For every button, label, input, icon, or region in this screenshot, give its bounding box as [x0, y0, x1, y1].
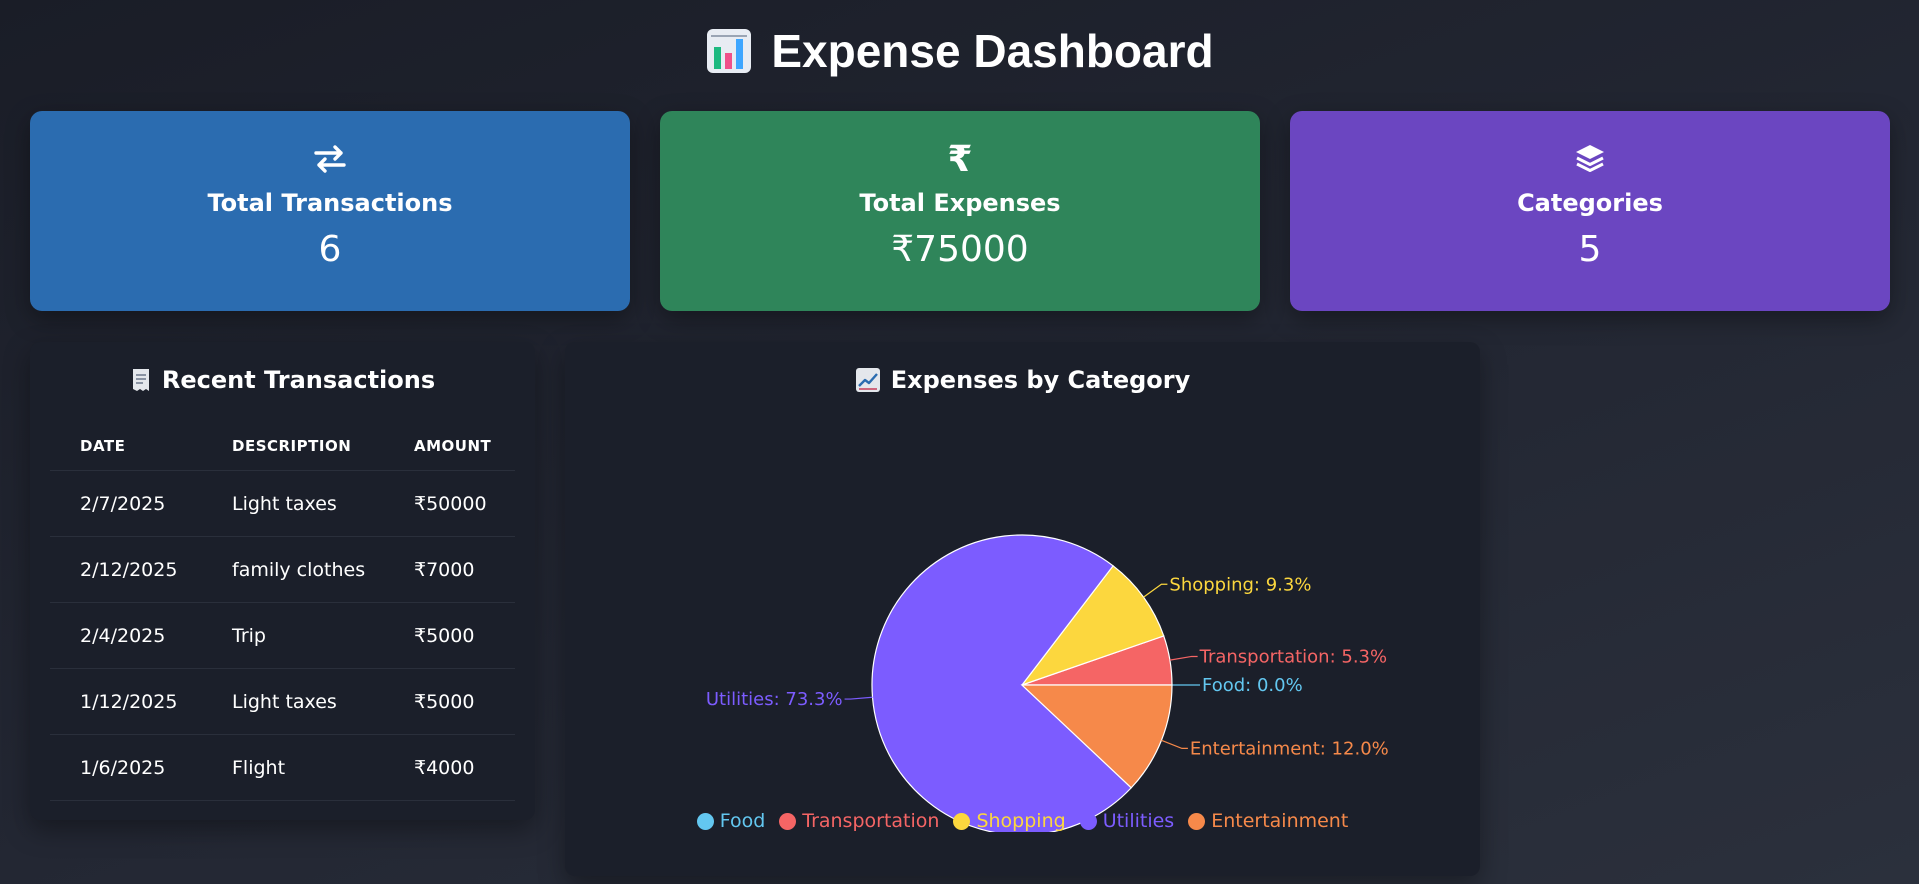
cell-description: family clothes [202, 536, 384, 603]
table-row: 1/6/2025 Flight ₹4000 [50, 734, 515, 801]
leader-line-shopping [1143, 583, 1168, 598]
categories-card: Categories 5 [1290, 111, 1890, 311]
legend-label: Entertainment [1211, 810, 1349, 832]
trending-up-icon [855, 368, 880, 392]
layers-icon [1573, 139, 1607, 179]
cell-amount: ₹50000 [384, 470, 515, 537]
data-label-food: Food: 0.0% [1202, 675, 1303, 696]
total-expenses-card: ₹ Total Expenses ₹75000 [660, 111, 1260, 311]
panel-title-text: Expenses by Category [890, 366, 1191, 394]
leader-line-utilities [844, 696, 873, 700]
cell-amount: ₹5000 [384, 668, 515, 735]
cell-description: Trip [202, 602, 384, 669]
data-label-transportation: Transportation: 5.3% [1199, 646, 1388, 667]
legend-swatch [779, 812, 797, 830]
legend-label: Shopping [976, 810, 1066, 832]
page-title-text: Expense Dashboard [771, 25, 1214, 77]
column-header-amount: AMOUNT [384, 422, 515, 471]
legend-item-utilities[interactable]: Utilities [1079, 810, 1175, 832]
transactions-table: DATE DESCRIPTION AMOUNT 2/7/2025 Light t… [50, 422, 515, 801]
cell-description: Light taxes [202, 668, 384, 735]
card-label: Total Transactions [207, 189, 453, 217]
expenses-by-category-panel: Expenses by Category Food: 0.0% Transport… [565, 342, 1480, 876]
summary-cards: Total Transactions 6 ₹ Total Expenses ₹7… [30, 111, 1890, 311]
table-row: 2/4/2025 Trip ₹5000 [50, 602, 515, 669]
leader-line-transportation [1169, 655, 1198, 661]
recent-transactions-panel: Recent Transactions DATE DESCRIPTION AMO… [30, 342, 535, 820]
cell-date: 1/6/2025 [50, 734, 202, 801]
table-row: 2/7/2025 Light taxes ₹50000 [50, 470, 515, 537]
data-label-utilities: Utilities: 73.3% [706, 689, 843, 710]
rupee-icon: ₹ [947, 138, 973, 180]
legend-swatch [1188, 812, 1206, 830]
panel-title: Expenses by Category [565, 366, 1480, 394]
column-header-description: DESCRIPTION [202, 422, 384, 471]
card-value: 6 [318, 229, 342, 270]
total-transactions-card: Total Transactions 6 [30, 111, 630, 311]
legend-swatch [696, 812, 714, 830]
legend-item-transportation[interactable]: Transportation [779, 810, 939, 832]
panel-title-text: Recent Transactions [161, 366, 436, 394]
column-header-date: DATE [50, 422, 202, 471]
chart-legend: Food Transportation Shopping Utilities Enter… [565, 810, 1480, 832]
cell-amount: ₹7000 [384, 536, 515, 603]
cell-date: 2/12/2025 [50, 536, 202, 603]
legend-swatch [1079, 812, 1097, 830]
pie-chart: Food: 0.0% Transportation: 5.3% Shopping: … [706, 534, 1389, 832]
bar-chart-icon [707, 29, 752, 73]
legend-label: Transportation [802, 810, 940, 832]
leader-line-entertainment [1161, 739, 1188, 749]
card-label: Categories [1517, 189, 1663, 217]
data-label-entertainment: Entertainment: 12.0% [1190, 738, 1389, 759]
panel-title: Recent Transactions [30, 366, 535, 394]
cell-date: 2/7/2025 [50, 470, 202, 537]
table-row: 2/12/2025 family clothes ₹7000 [50, 536, 515, 603]
legend-swatch [953, 812, 971, 830]
cell-description: Flight [202, 734, 384, 801]
cell-date: 2/4/2025 [50, 602, 202, 669]
card-value: 5 [1578, 229, 1602, 270]
legend-item-shopping[interactable]: Shopping [953, 810, 1066, 832]
cell-amount: ₹4000 [384, 734, 515, 801]
page-title: Expense Dashboard [0, 24, 1919, 78]
legend-label: Utilities [1102, 810, 1175, 832]
data-label-shopping: Shopping: 9.3% [1169, 574, 1311, 595]
table-header-row: DATE DESCRIPTION AMOUNT [50, 422, 515, 471]
card-value: ₹75000 [891, 229, 1029, 270]
cell-description: Light taxes [202, 470, 384, 537]
table-row: 1/12/2025 Light taxes ₹5000 [50, 668, 515, 735]
legend-item-food[interactable]: Food [696, 810, 766, 832]
receipt-icon [132, 369, 149, 391]
legend-label: Food [719, 810, 766, 832]
legend-item-entertainment[interactable]: Entertainment [1188, 810, 1348, 832]
cell-date: 1/12/2025 [50, 668, 202, 735]
arrows-exchange-icon [313, 139, 347, 179]
cell-amount: ₹5000 [384, 602, 515, 669]
card-label: Total Expenses [859, 189, 1061, 217]
